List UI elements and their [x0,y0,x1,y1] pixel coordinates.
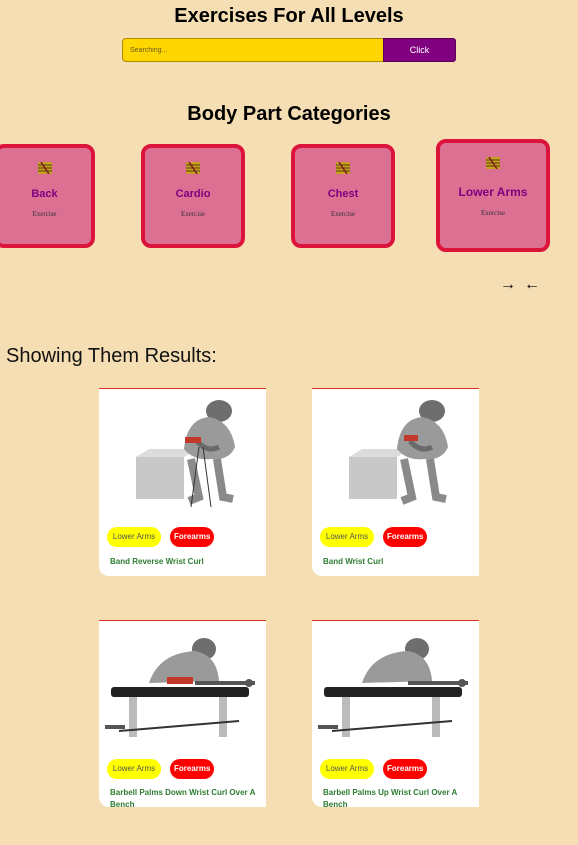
category-card-lower-arms[interactable]: Lower Arms Exercise [436,139,550,252]
category-card-cardio[interactable]: Cardio Exercise [141,144,245,248]
target-tag[interactable]: Forearms [383,759,427,779]
exercise-card[interactable]: Lower Arms Forearms Barbell Palms Up Wri… [312,620,479,809]
category-name: Chest [327,188,359,200]
exercise-image [136,400,235,508]
body-part-tag[interactable]: Lower Arms [320,527,374,547]
exercise-card[interactable]: Lower Arms Forearms Band Wrist Curl [312,388,479,576]
category-label: Exercise [330,210,356,218]
category-label: Exercise [32,210,57,218]
page-title: Exercises For All Levels [174,5,404,27]
target-tag[interactable]: Forearms [170,759,214,779]
category-card-chest[interactable]: Chest Exercise [291,144,395,248]
exercise-card[interactable]: Lower Arms Forearms Barbell Palms Down W… [99,620,266,809]
arrow-left-icon[interactable]: ← [524,276,540,294]
search-button[interactable]: Click [383,38,456,62]
body-part-tag[interactable]: Lower Arms [107,527,161,547]
exercise-title[interactable]: Barbell Palms Down Wrist Curl Over A Ben… [110,787,266,811]
target-tag[interactable]: Forearms [383,527,427,547]
exercise-card[interactable]: Lower Arms Forearms Band Reverse Wrist C… [99,388,266,576]
category-name: Cardio [175,188,211,200]
arrow-right-icon[interactable]: → [500,276,516,294]
exercise-image [105,638,255,737]
exercise-title[interactable]: Band Reverse Wrist Curl [110,556,266,568]
category-label: Exercise [180,210,206,218]
category-name: Lower Arms [458,185,528,199]
exercise-title[interactable]: Band Wrist Curl [323,556,479,568]
carousel-arrows: → ← [500,276,548,294]
body-part-tag[interactable]: Lower Arms [107,759,161,779]
category-name: Back [31,188,58,200]
category-label: Exercise [480,209,506,217]
gym-icon [186,162,200,174]
gym-icon [486,157,500,169]
categories-title: Body Part Categories [187,103,391,125]
gym-icon [336,162,350,174]
exercise-title[interactable]: Barbell Palms Up Wrist Curl Over A Bench [323,787,479,811]
search-input[interactable] [122,38,384,62]
category-card-back[interactable]: Back Exercise [0,144,95,248]
body-part-tag[interactable]: Lower Arms [320,759,374,779]
gym-icon [37,162,52,174]
exercise-image [349,400,448,505]
exercise-image [318,638,468,737]
search-bar: Click [122,38,456,62]
results-heading: Showing Them Results: [6,345,217,367]
target-tag[interactable]: Forearms [170,527,214,547]
